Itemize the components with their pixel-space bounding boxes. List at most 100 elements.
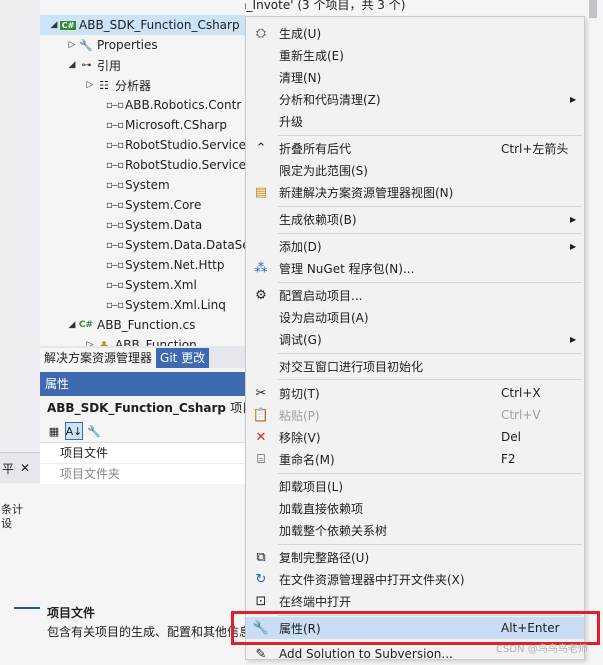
menu-item-build[interactable]: ⛭ 生成(U) xyxy=(246,22,584,44)
menu-separator xyxy=(278,544,582,545)
menu-item-remove[interactable]: ✕ 移除(V) Del xyxy=(246,426,584,448)
properties-object-selector[interactable]: ABB_SDK_Function_Csharp 项目属 xyxy=(40,396,245,420)
menu-item-load-all[interactable]: 加载整个依赖关系树 xyxy=(246,519,584,541)
menu-item-interactive[interactable]: 对交互窗口进行项目初始化 xyxy=(246,355,584,377)
properties-toolbar: ▦ A↓ 🔧 xyxy=(40,420,245,442)
reference-label: RobotStudio.Service xyxy=(125,158,245,172)
description-text: 包含有关项目的生成、配置和其他信息 xyxy=(47,625,252,639)
right-edge xyxy=(583,0,603,658)
expand-triangle-icon[interactable]: ▷ xyxy=(66,40,78,50)
menu-item-copy-path[interactable]: ⧉ 复制完整路径(U) xyxy=(246,546,584,568)
menu-separator xyxy=(278,233,582,234)
paste-icon: 📋 xyxy=(252,407,270,423)
menu-item-unload[interactable]: 卸载项目(L) xyxy=(246,475,584,497)
reference-item[interactable]: ▫‒▫ ABB.Robotics.Contr xyxy=(40,95,245,115)
reference-item[interactable]: ▫‒▫ RobotStudio.Service xyxy=(40,135,245,155)
reference-icon: ▫‒▫ xyxy=(106,99,124,111)
reference-label: System xyxy=(125,178,170,192)
reference-item[interactable]: ▫‒▫ System.Core xyxy=(40,195,245,215)
tab-solution-explorer[interactable]: 解决方案资源管理器 xyxy=(40,348,157,368)
scissors-icon: ✂ xyxy=(255,385,267,401)
menu-separator xyxy=(278,135,582,136)
collapse-triangle-icon[interactable]: ◢ xyxy=(66,60,78,70)
menu-item-rename[interactable]: ⌸ 重命名(M) F2 xyxy=(246,448,584,470)
menu-item-new-view[interactable]: ▤ 新建解决方案资源管理器视图(N) xyxy=(246,181,584,203)
scrollbar-thumb[interactable] xyxy=(589,0,597,18)
menu-item-open-terminal[interactable]: ⊡ 在终端中打开 xyxy=(246,590,584,612)
file-label: ABB_Function.cs xyxy=(97,318,196,332)
menu-separator xyxy=(278,473,582,474)
tab-git-changes[interactable]: Git 更改 xyxy=(156,348,210,368)
reference-label: System.Net.Http xyxy=(125,258,225,272)
submenu-arrow-icon: ▶ xyxy=(570,94,577,104)
menu-item-analyze[interactable]: 分析和代码清理(Z) ▶ xyxy=(246,88,584,110)
reference-item[interactable]: ▫‒▫ System.Xml.Linq xyxy=(40,295,245,315)
build-icon: ⛭ xyxy=(255,25,267,41)
menu-item-paste[interactable]: 📋 粘贴(P) Ctrl+V xyxy=(246,404,584,426)
project-node[interactable]: ◢ C# ABB_SDK_Function_Csharp xyxy=(40,15,245,35)
reference-item[interactable]: ▫‒▫ System.Data.DataSe xyxy=(40,235,245,255)
menu-item-clean[interactable]: 清理(N) xyxy=(246,66,584,88)
reference-icon: ▫‒▫ xyxy=(106,119,124,131)
csharp-file-icon: C# xyxy=(78,320,94,330)
categorized-icon[interactable]: ▦ xyxy=(46,423,62,439)
property-pages-icon[interactable]: 🔧 xyxy=(86,423,102,439)
csharp-project-icon: C# xyxy=(60,20,76,30)
expand-triangle-icon[interactable]: ▷ xyxy=(84,80,96,90)
analyzers-node[interactable]: ▷ ☷ 分析器 xyxy=(40,75,245,95)
reference-item[interactable]: ▫‒▫ System.Xml xyxy=(40,275,245,295)
remove-icon: ✕ xyxy=(255,429,267,445)
reference-label: System.Core xyxy=(125,198,202,212)
left-dock-tab[interactable]: 平 xyxy=(2,460,14,477)
analyzers-label: 分析器 xyxy=(115,78,152,93)
references-label: 引用 xyxy=(97,58,122,73)
menu-item-cut[interactable]: ✂ 剪切(T) Ctrl+X xyxy=(246,382,584,404)
project-label: ABB_SDK_Function_Csharp xyxy=(79,18,240,32)
reference-icon: ▫‒▫ xyxy=(106,299,124,311)
terminal-icon: ⊡ xyxy=(255,593,267,609)
reference-item[interactable]: ▫‒▫ System xyxy=(40,175,245,195)
menu-item-scope[interactable]: 限定为此范围(S) xyxy=(246,159,584,181)
menu-separator xyxy=(278,353,582,354)
left-dock-header: 平 ✕ xyxy=(0,453,40,483)
collapse-triangle-icon[interactable]: ◢ xyxy=(48,20,60,30)
menu-item-open-folder[interactable]: ↻ 在文件资源管理器中打开文件夹(X) xyxy=(246,568,584,590)
menu-item-nuget[interactable]: ⁂ 管理 NuGet 程序包(N)... xyxy=(246,257,584,279)
reference-label: ABB.Robotics.Contr xyxy=(125,98,242,112)
menu-separator xyxy=(278,282,582,283)
menu-item-config-startup[interactable]: ⚙ 配置启动项目... xyxy=(246,284,584,306)
menu-item-load-direct[interactable]: 加载直接依赖项 xyxy=(246,497,584,519)
solution-tabs: 解决方案资源管理器 Git 更改 xyxy=(40,346,245,368)
file-node[interactable]: ◢ C# ABB_Function.cs xyxy=(40,315,245,335)
copy-icon: ⧉ xyxy=(256,549,266,565)
submenu-arrow-icon: ▶ xyxy=(570,334,577,344)
rename-icon: ⌸ xyxy=(257,451,265,467)
reference-icon: ▫‒▫ xyxy=(106,239,124,251)
context-menu: ⛭ 生成(U) 重新生成(E) 清理(N) 分析和代码清理(Z) ▶ 升级 ⌃ 折叠所… xyxy=(245,16,585,662)
reference-item[interactable]: ▫‒▫ RobotStudio.Service xyxy=(40,155,245,175)
reference-label: System.Xml xyxy=(125,278,197,292)
menu-item-set-startup[interactable]: 设为启动项目(A) xyxy=(246,306,584,328)
references-icon: ⊶ xyxy=(81,59,92,71)
solution-explorer-tree: ◢ C# ABB_SDK_Function_Csharp ▷ 🔧 Propert… xyxy=(40,0,245,368)
left-dock-indicator xyxy=(14,607,40,609)
properties-node[interactable]: ▷ 🔧 Properties xyxy=(40,35,245,55)
menu-item-rebuild[interactable]: 重新生成(E) xyxy=(246,44,584,66)
menu-item-upgrade[interactable]: 升级 xyxy=(246,110,584,132)
references-node[interactable]: ◢ ⊶ 引用 xyxy=(40,55,245,75)
collapse-triangle-icon[interactable]: ◢ xyxy=(66,320,78,330)
alphabetical-icon[interactable]: A↓ xyxy=(65,422,83,440)
menu-item-add[interactable]: 添加(D) ▶ xyxy=(246,235,584,257)
menu-item-debug[interactable]: 调试(G) ▶ xyxy=(246,328,584,350)
menu-item-collapse[interactable]: ⌃ 折叠所有后代 Ctrl+左箭头 xyxy=(246,137,584,159)
reference-item[interactable]: ▫‒▫ Microsoft.CSharp xyxy=(40,115,245,135)
menu-item-build-deps[interactable]: 生成依赖项(B) ▶ xyxy=(246,208,584,230)
reference-item[interactable]: ▫‒▫ System.Net.Http xyxy=(40,255,245,275)
reference-item[interactable]: ▫‒▫ System.Data xyxy=(40,215,245,235)
property-row[interactable]: 项目文件夹 xyxy=(40,463,245,484)
property-row[interactable]: 项目文件 xyxy=(40,442,245,463)
reference-icon: ▫‒▫ xyxy=(106,259,124,271)
close-icon[interactable]: ✕ xyxy=(20,461,30,475)
reference-icon: ▫‒▫ xyxy=(106,139,124,151)
reference-icon: ▫‒▫ xyxy=(106,219,124,231)
